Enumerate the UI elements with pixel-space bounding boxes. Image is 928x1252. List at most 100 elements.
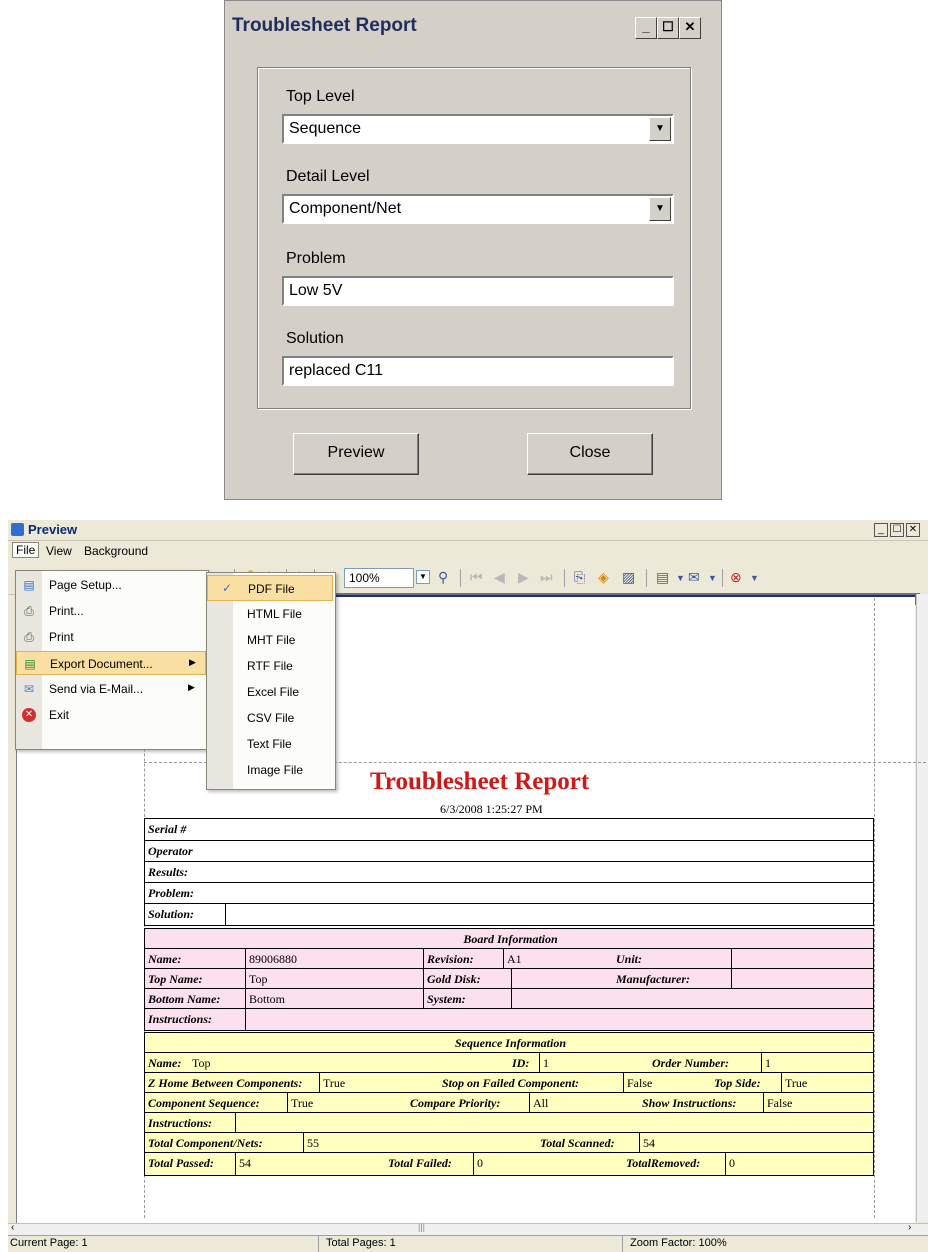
submenu-item-mht[interactable]: MHT File [207,627,333,653]
submenu-item-label: Excel File [247,685,300,699]
menu-item-page-setup[interactable]: ▤ Page Setup... [16,573,206,597]
scroll-thumb-grip[interactable]: ||| [418,1222,425,1232]
submenu-item-label: RTF File [247,659,293,673]
submenu-item-image[interactable]: Image File [207,757,333,783]
zoom-select[interactable]: 100% [344,568,414,588]
top-side-label: Top Side: [714,1076,761,1090]
previous-page-icon[interactable]: ◀ [494,569,505,586]
submenu-arrow-icon: ▶ [188,682,195,692]
status-separator [622,1236,623,1252]
board-instructions-label: Instructions: [148,1012,213,1026]
total-pages-status: Total Pages: 1 [326,1237,396,1249]
submenu-item-html[interactable]: HTML File [207,601,333,627]
board-info-table: Board Information Name: 89006880 Revisio… [144,928,874,1031]
top-level-select[interactable]: Sequence ▼ [282,114,674,144]
status-separator [318,1236,319,1252]
preview-button[interactable]: Preview [293,433,419,475]
close-window-button[interactable]: ✕ [906,523,920,537]
toolbar-separator [646,569,647,587]
export-icon[interactable]: ▤ [656,569,669,586]
chevron-down-icon[interactable]: ▼ [750,573,759,583]
close-window-button[interactable]: ✕ [679,17,701,39]
chevron-down-icon[interactable]: ▼ [676,573,685,583]
zoom-in-icon[interactable]: ⚲ [438,569,448,586]
gold-disk-value [511,969,611,988]
submenu-item-label: Text File [247,737,292,751]
menu-background[interactable]: Background [84,544,148,558]
minimize-button[interactable]: _ [874,523,888,537]
first-page-icon[interactable]: ⏮ [470,569,483,586]
chevron-down-icon[interactable]: ▼ [416,570,430,584]
menu-item-print[interactable]: ⎙ Print [16,625,206,649]
menu-file[interactable]: File [12,542,40,558]
seq-instructions-value [235,1113,245,1132]
submenu-item-text[interactable]: Text File [207,731,333,757]
total-components-value: 55 [303,1133,513,1152]
detail-level-value: Component/Net [289,200,402,217]
dialog-title-bar[interactable]: Troublesheet Report _ ☐ ✕ [225,1,721,53]
table-row: Instructions: [145,1113,873,1133]
total-scanned-value: 54 [639,1133,875,1152]
troublesheet-dialog: Troublesheet Report _ ☐ ✕ Top Level Sequ… [224,0,722,500]
submenu-item-pdf[interactable]: ✓ PDF File [207,575,333,601]
table-row: Name: 89006880 Revision: A1 Unit: [145,949,873,969]
order-number-value: 1 [761,1053,875,1072]
chevron-down-icon[interactable]: ▼ [708,573,717,583]
page-setup-icon[interactable]: ⎘ [574,569,585,586]
detail-level-select[interactable]: Component/Net ▼ [282,194,674,224]
table-row: Name: Top ID: 1 Order Number: 1 [145,1053,873,1073]
top-level-label: Top Level [286,88,355,105]
table-row: Bottom Name: Bottom System: [145,989,873,1009]
vertical-scrollbar[interactable] [916,594,928,1222]
dropdown-arrow-icon[interactable]: ▼ [649,117,671,141]
top-side-value: True [781,1073,875,1092]
gold-disk-label: Gold Disk: [423,969,503,988]
next-page-icon[interactable]: ▶ [518,569,529,586]
exit-icon: ✕ [22,708,36,722]
zhome-value: True [319,1073,429,1092]
watermark-icon[interactable]: ▨ [622,569,635,586]
system-value [511,989,875,1008]
submenu-item-csv[interactable]: CSV File [207,705,333,731]
menu-item-export-document[interactable]: ▤ Export Document... ▶ [16,651,206,675]
board-name-label: Name: [148,952,182,966]
compare-priority-value: All [529,1093,629,1112]
menu-item-send-email[interactable]: ✉ Send via E-Mail... ▶ [16,677,206,701]
table-row: Serial # [145,819,873,841]
scroll-right-icon[interactable]: › [908,1222,911,1233]
submenu-item-label: PDF File [248,582,295,596]
menu-item-print-dialog[interactable]: ⎙ Print... [16,599,206,623]
table-row: Results: [145,862,873,883]
submenu-item-rtf[interactable]: RTF File [207,653,333,679]
scroll-left-icon[interactable]: ‹ [11,1222,14,1233]
unit-value [731,949,875,968]
dropdown-arrow-icon[interactable]: ▼ [649,197,671,221]
close-button[interactable]: Close [527,433,653,475]
results-label: Results: [148,865,189,879]
menu-item-label: Print [49,630,74,644]
preview-title-bar[interactable]: Preview _ ☐ ✕ [8,520,928,541]
submenu-item-excel[interactable]: Excel File [207,679,333,705]
seq-name-value: Top [192,1056,211,1070]
email-icon[interactable]: ✉ [688,569,700,586]
detail-level-label: Detail Level [286,168,370,185]
print-dialog-icon: ⎙ [24,604,34,618]
color-icon[interactable]: ◈ [598,569,609,586]
menu-item-exit[interactable]: ✕ Exit [16,703,206,727]
maximize-button[interactable]: ☐ [890,523,904,537]
menu-view[interactable]: View [46,544,72,558]
close-preview-icon[interactable]: ⊗ [730,569,742,586]
menu-item-label: Export Document... [50,657,153,671]
maximize-button[interactable]: ☐ [657,17,679,39]
total-components-label: Total Component/Nets: [148,1136,263,1150]
solution-input[interactable]: replaced C11 [282,356,674,386]
seq-instructions-label: Instructions: [148,1116,213,1130]
problem-input[interactable]: Low 5V [282,276,674,306]
current-page-status: Current Page: 1 [10,1237,88,1249]
order-number-label: Order Number: [652,1056,729,1070]
preview-title: Preview [28,522,78,537]
problem-value: Low 5V [289,282,343,299]
seq-id-label: ID: [512,1056,530,1070]
minimize-button[interactable]: _ [635,17,657,39]
last-page-icon[interactable]: ⏭ [540,569,553,586]
